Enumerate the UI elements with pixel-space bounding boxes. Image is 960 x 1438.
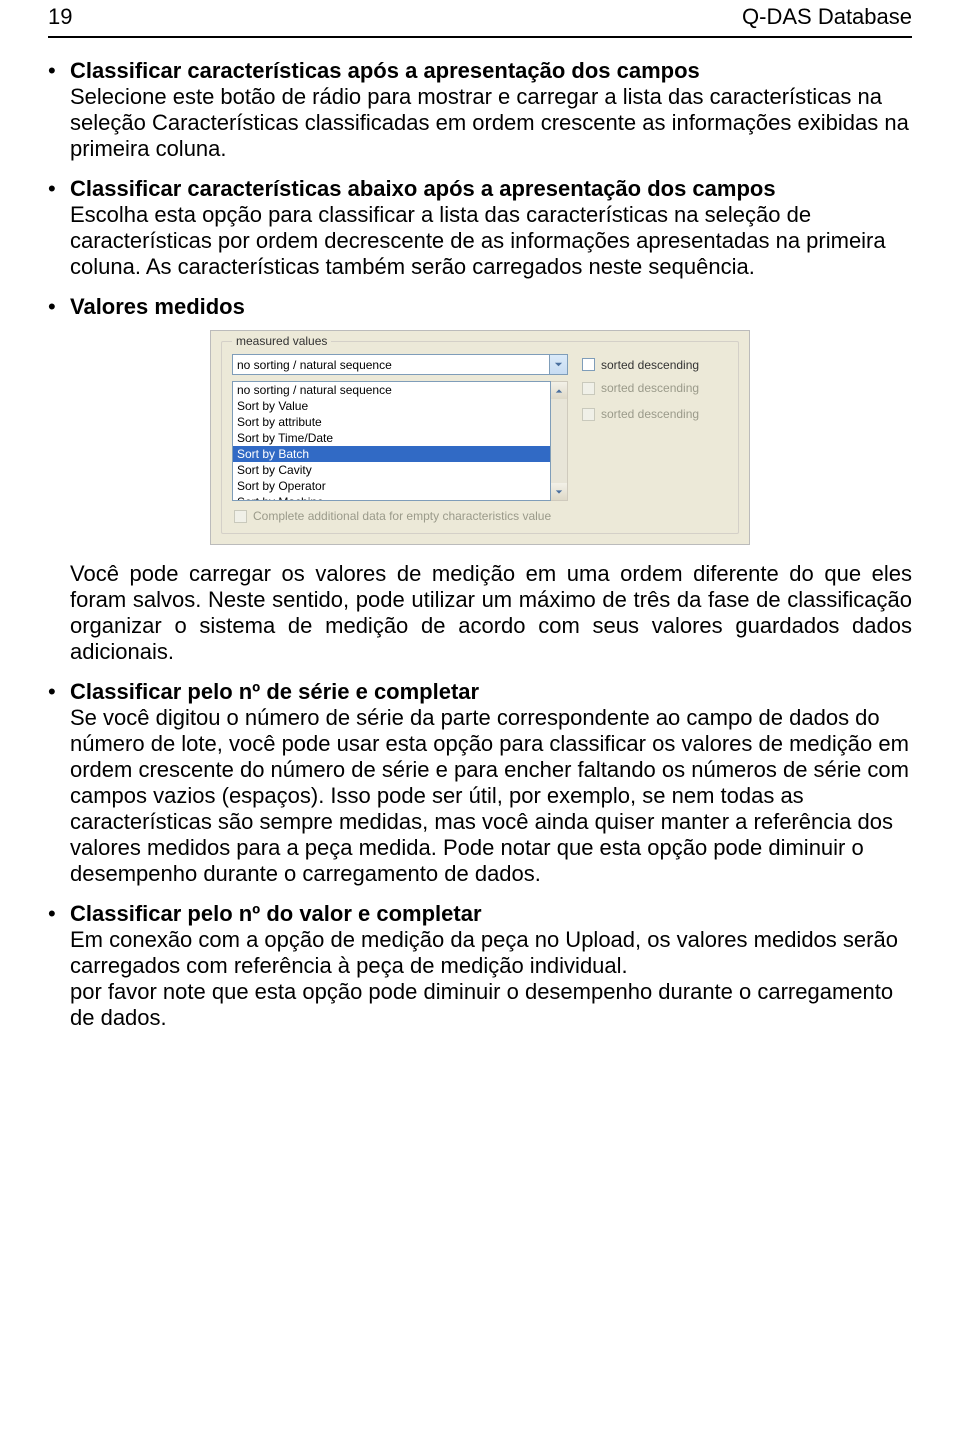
checkbox-icon bbox=[582, 382, 595, 395]
listbox-scrollbar[interactable] bbox=[551, 381, 568, 501]
list-item[interactable]: Sort by Cavity bbox=[233, 462, 550, 478]
page-number: 19 bbox=[48, 4, 72, 30]
list-item[interactable]: Sort by Value bbox=[233, 398, 550, 414]
list-item[interactable]: Sort by Machine bbox=[233, 494, 550, 501]
bullet-title: Classificar características após a apres… bbox=[70, 58, 912, 84]
bullet-marker: • bbox=[48, 679, 70, 887]
list-item[interactable]: Sort by Batch bbox=[233, 446, 550, 462]
sort-combo-row: no sorting / natural sequence sorted des… bbox=[232, 354, 728, 375]
page-header: 19 Q-DAS Database bbox=[48, 0, 912, 36]
scroll-up-button[interactable] bbox=[551, 382, 567, 399]
complete-additional-data-check[interactable]: Complete additional data for empty chara… bbox=[232, 509, 728, 523]
chevron-down-icon bbox=[555, 488, 563, 496]
bullet-marker: • bbox=[48, 176, 70, 280]
checkbox-label: sorted descending bbox=[601, 358, 699, 372]
sort-combo[interactable]: no sorting / natural sequence bbox=[232, 354, 550, 375]
sorted-descending-check-1[interactable]: sorted descending bbox=[568, 358, 728, 372]
checkbox-icon bbox=[582, 408, 595, 421]
bullet-title: Classificar características abaixo após … bbox=[70, 176, 912, 202]
list-item[interactable]: Sort by Time/Date bbox=[233, 430, 550, 446]
checkbox-label: sorted descending bbox=[601, 381, 699, 395]
bullet-marker: • bbox=[48, 901, 70, 1031]
checkbox-icon bbox=[234, 510, 247, 523]
bullet-marker: • bbox=[48, 58, 70, 162]
sort-listbox-row: no sorting / natural sequenceSort by Val… bbox=[232, 381, 728, 501]
bullet-text: Em conexão com a opção de medição da peç… bbox=[70, 927, 898, 1030]
screenshot-container: measured values no sorting / natural seq… bbox=[48, 330, 912, 545]
sort-listbox[interactable]: no sorting / natural sequenceSort by Val… bbox=[232, 381, 551, 501]
list-item[interactable]: no sorting / natural sequence bbox=[233, 382, 550, 398]
measured-values-fieldset: measured values no sorting / natural seq… bbox=[221, 341, 739, 534]
checkbox-icon bbox=[582, 358, 595, 371]
chevron-up-icon bbox=[555, 387, 563, 395]
checkbox-label: sorted descending bbox=[601, 407, 699, 421]
right-check-stack: sorted descending sorted descending bbox=[568, 381, 728, 501]
list-item[interactable]: Sort by Operator bbox=[233, 478, 550, 494]
header-underline bbox=[48, 36, 912, 38]
sorted-descending-check-2[interactable]: sorted descending bbox=[582, 381, 728, 395]
bullet-text: Se você digitou o número de série da par… bbox=[70, 705, 909, 886]
bullet-marker: • bbox=[48, 294, 70, 320]
bullet-title: Classificar pelo nº do valor e completar bbox=[70, 901, 912, 927]
after-screenshot-paragraph: Você pode carregar os valores de medição… bbox=[70, 561, 912, 665]
measured-values-panel: measured values no sorting / natural seq… bbox=[210, 330, 750, 545]
bullet-item: • Classificar pelo nº do valor e complet… bbox=[48, 901, 912, 1031]
fieldset-legend: measured values bbox=[232, 334, 331, 348]
scroll-down-button[interactable] bbox=[551, 483, 567, 500]
bullet-item: • Classificar características abaixo apó… bbox=[48, 176, 912, 280]
sort-combo-value: no sorting / natural sequence bbox=[237, 358, 392, 372]
bullet-item: • Classificar características após a apr… bbox=[48, 58, 912, 162]
bullet-item: • Valores medidos bbox=[48, 294, 912, 320]
bullet-text: Selecione este botão de rádio para mostr… bbox=[70, 84, 909, 161]
sort-combo-dropdown-button[interactable] bbox=[550, 354, 568, 375]
list-item[interactable]: Sort by attribute bbox=[233, 414, 550, 430]
bullet-title: Valores medidos bbox=[70, 294, 912, 320]
document-page: 19 Q-DAS Database • Classificar caracter… bbox=[0, 0, 960, 1093]
header-title: Q-DAS Database bbox=[742, 4, 912, 30]
bullet-item: • Classificar pelo nº de série e complet… bbox=[48, 679, 912, 887]
chevron-down-icon bbox=[554, 360, 563, 369]
bullet-text: Escolha esta opção para classificar a li… bbox=[70, 202, 886, 279]
checkbox-label: Complete additional data for empty chara… bbox=[253, 509, 551, 523]
bullet-title: Classificar pelo nº de série e completar bbox=[70, 679, 912, 705]
sorted-descending-check-3[interactable]: sorted descending bbox=[582, 407, 728, 421]
